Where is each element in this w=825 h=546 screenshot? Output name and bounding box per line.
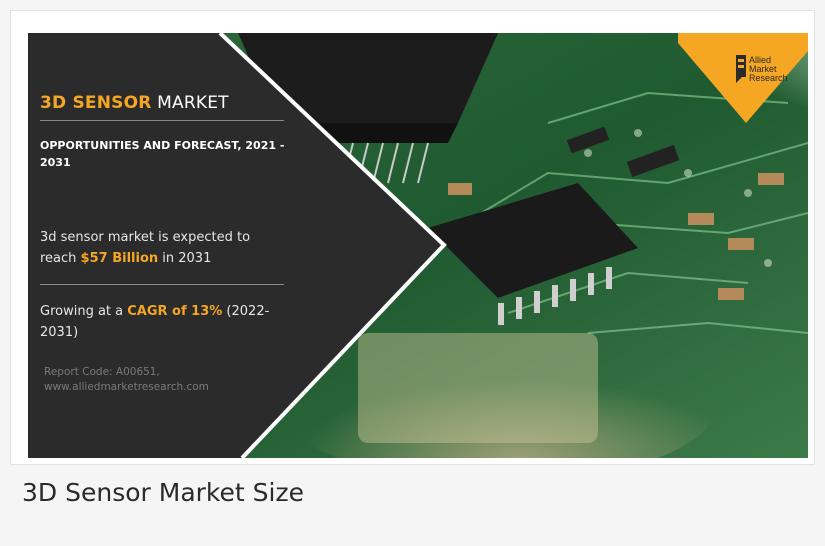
report-code-line: Report Code: A00651,: [44, 366, 160, 378]
report-website-line: www.alliedmarketresearch.com: [44, 381, 209, 393]
stat1-suffix: in 2031: [158, 251, 212, 266]
stat-rule: [40, 284, 284, 285]
market-banner-image: 3D SENSOR MARKET OPPORTUNITIES AND FOREC…: [28, 33, 808, 458]
banner-title: 3D SENSOR MARKET: [40, 93, 229, 113]
market-size-statement: 3d sensor market is expected to reach $5…: [40, 227, 290, 269]
logo-text: Allied Market Research: [749, 56, 788, 83]
cagr-statement: Growing at a CAGR of 13% (2022-2031): [40, 301, 290, 343]
stat2-prefix: Growing at a: [40, 304, 128, 319]
banner-subtitle: OPPORTUNITIES AND FORECAST, 2021 - 2031: [40, 139, 285, 169]
logo-line-3: Research: [749, 73, 788, 83]
logo-badge: [678, 33, 808, 123]
cagr-value: CAGR of 13%: [127, 304, 223, 319]
market-size-value: $57 Billion: [80, 251, 159, 266]
title-rule: [40, 120, 284, 121]
banner-title-accent: 3D SENSOR: [40, 93, 152, 113]
image-caption: 3D Sensor Market Size: [22, 478, 304, 507]
report-code: Report Code: A00651, www.alliedmarketres…: [44, 365, 209, 395]
banner-title-rest: MARKET: [151, 93, 229, 113]
